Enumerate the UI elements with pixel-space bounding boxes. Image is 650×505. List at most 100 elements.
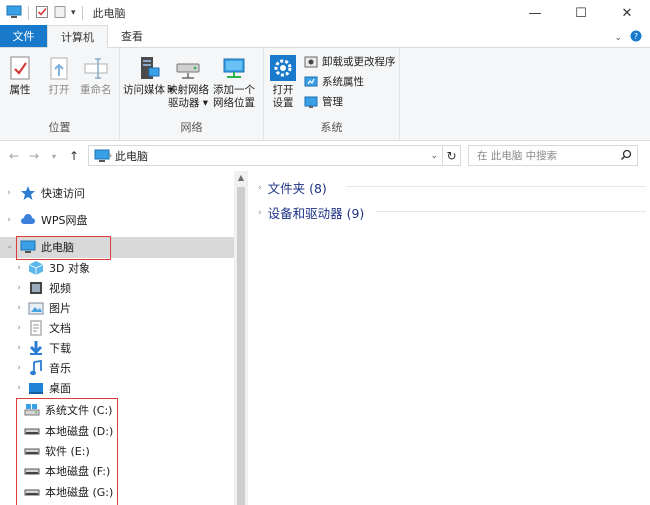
system-properties-icon — [304, 76, 318, 86]
nav-item-label: 3D 对象 — [49, 262, 90, 275]
maximize-button[interactable]: ☐ — [558, 0, 604, 26]
map-network-drive-button[interactable]: 映射网络 驱动器 ▾ — [167, 54, 209, 110]
expand-arrow-icon[interactable]: › — [4, 188, 14, 198]
rename-button[interactable]: 重命名 — [80, 54, 112, 97]
nav-item-documents[interactable]: › 文档 — [14, 318, 71, 338]
ribbon-tabs: 文件 计算机 查看 — [0, 25, 650, 48]
section-folders[interactable]: › 文件夹 (8) — [258, 178, 327, 197]
nav-item-label: 桌面 — [49, 382, 71, 395]
rename-icon — [84, 58, 108, 79]
expand-arrow-icon[interactable]: › — [14, 323, 24, 333]
tab-file[interactable]: 文件 — [0, 25, 47, 47]
help-icon[interactable]: ? — [630, 30, 642, 45]
open-button[interactable]: 打开 — [45, 54, 73, 97]
nav-item-quick-access[interactable]: › 快速访问 — [4, 183, 85, 203]
new-folder-icon[interactable] — [53, 5, 67, 22]
navigation-buttons: ← → ▾ ↑ — [0, 149, 88, 163]
nav-item-pictures[interactable]: › 图片 — [14, 298, 71, 318]
nav-item-label: 文档 — [49, 322, 71, 335]
computer-icon — [6, 5, 22, 22]
window-title: 此电脑 — [92, 7, 126, 20]
expand-arrow-icon[interactable]: › — [14, 343, 24, 353]
manage-label: 管理 — [322, 96, 343, 108]
quick-access-toolbar: ▾ — [0, 5, 85, 22]
properties-button[interactable]: 属性 — [6, 54, 34, 97]
open-settings-label-1: 打开 — [272, 84, 294, 96]
expand-arrow-icon[interactable]: › — [258, 183, 262, 193]
nav-item-downloads[interactable]: › 下载 — [14, 338, 71, 358]
expand-arrow-icon[interactable]: › — [14, 263, 24, 273]
nav-item-music[interactable]: › 音乐 — [14, 358, 71, 378]
svg-text:?: ? — [634, 32, 638, 41]
nav-item-3d-objects[interactable]: › 3D 对象 — [14, 258, 90, 278]
qat-separator-2 — [81, 6, 83, 20]
back-arrow-icon[interactable]: ← — [6, 149, 22, 163]
breadcrumb-chevron-icon[interactable]: › — [109, 151, 112, 160]
address-dropdown-icon[interactable]: ⌄ — [430, 151, 438, 161]
forward-arrow-icon[interactable]: → — [26, 149, 42, 163]
section-divider — [346, 186, 646, 187]
download-arrow-icon — [29, 341, 43, 355]
network-location-icon — [223, 58, 245, 78]
add-network-location-button[interactable]: 添加一个 网络位置 — [213, 54, 255, 110]
address-bar[interactable]: › 此电脑 ⌄ — [88, 145, 443, 166]
content-pane: › 文件夹 (8) › 设备和驱动器 (9) — [248, 171, 650, 505]
nav-item-label: 视频 — [49, 282, 71, 295]
open-settings-button[interactable]: 打开 设置 — [269, 54, 297, 110]
recent-locations-chevron-icon[interactable]: ▾ — [46, 152, 62, 161]
nav-item-label: 音乐 — [49, 362, 71, 375]
rename-label: 重命名 — [80, 84, 112, 96]
uninstall-label: 卸载或更改程序 — [322, 56, 396, 68]
nav-item-label: 快速访问 — [41, 187, 85, 200]
highlight-box-drives — [16, 398, 118, 505]
section-divider — [376, 211, 646, 212]
expand-arrow-icon[interactable]: › — [258, 208, 262, 218]
section-devices[interactable]: › 设备和驱动器 (9) — [258, 203, 364, 222]
scrollbar-thumb[interactable] — [237, 187, 245, 505]
expand-arrow-icon[interactable]: › — [4, 215, 14, 225]
expand-arrow-icon[interactable]: › — [14, 283, 24, 293]
tab-view[interactable]: 查看 — [108, 25, 156, 47]
expand-arrow-icon[interactable]: › — [14, 363, 24, 373]
uninstall-program-button[interactable]: 卸载或更改程序 — [304, 54, 396, 69]
cloud-icon — [21, 214, 35, 224]
system-properties-button[interactable]: 系统属性 — [304, 74, 396, 89]
address-path[interactable]: 此电脑 — [115, 148, 148, 164]
ribbon-group-system: 打开 设置 卸载或更改程序 系统属性 管理 系统 — [264, 48, 400, 141]
nav-item-label: 下载 — [49, 342, 71, 355]
minimize-button[interactable]: — — [512, 0, 558, 26]
search-icon[interactable] — [620, 149, 632, 161]
refresh-button[interactable]: ↻ — [443, 145, 461, 166]
properties-check-icon[interactable] — [35, 5, 49, 22]
document-icon — [30, 320, 42, 336]
scroll-up-arrow-icon[interactable]: ▲ — [234, 171, 248, 185]
nav-item-wps-cloud[interactable]: › WPS网盘 — [4, 210, 88, 230]
nav-pane-scrollbar[interactable]: ▲ — [234, 171, 248, 505]
refresh-icon: ↻ — [446, 148, 457, 163]
nav-item-videos[interactable]: › 视频 — [14, 278, 71, 298]
uninstall-icon — [304, 56, 318, 67]
open-settings-label-2: 设置 — [272, 97, 294, 109]
expand-arrow-icon[interactable]: › — [14, 303, 24, 313]
up-arrow-icon[interactable]: ↑ — [66, 149, 82, 163]
highlight-box-this-pc — [16, 236, 111, 260]
qat-dropdown-icon[interactable]: ▾ — [71, 8, 76, 18]
collapse-arrow-icon[interactable]: › — [4, 242, 14, 252]
media-server-icon — [141, 57, 160, 79]
system-properties-label: 系统属性 — [322, 76, 364, 88]
music-note-icon — [30, 360, 42, 376]
star-icon — [21, 186, 35, 200]
manage-button[interactable]: 管理 — [304, 94, 396, 109]
network-drive-icon — [176, 63, 200, 79]
search-placeholder: 在 此电脑 中搜索 — [477, 150, 558, 162]
search-input[interactable]: 在 此电脑 中搜索 — [468, 145, 638, 166]
chevron-down-icon[interactable]: ⌄ — [614, 33, 622, 43]
tab-computer[interactable]: 计算机 — [47, 25, 108, 48]
expand-arrow-icon[interactable]: › — [14, 383, 24, 393]
close-button[interactable]: ✕ — [604, 0, 650, 26]
nav-item-desktop[interactable]: › 桌面 — [14, 378, 71, 398]
settings-gear-icon — [270, 55, 296, 81]
section-devices-header: 设备和驱动器 (9) — [267, 206, 365, 221]
nav-item-label: 图片 — [49, 302, 71, 315]
ribbon-right-controls: ⌄ ? — [614, 30, 642, 45]
